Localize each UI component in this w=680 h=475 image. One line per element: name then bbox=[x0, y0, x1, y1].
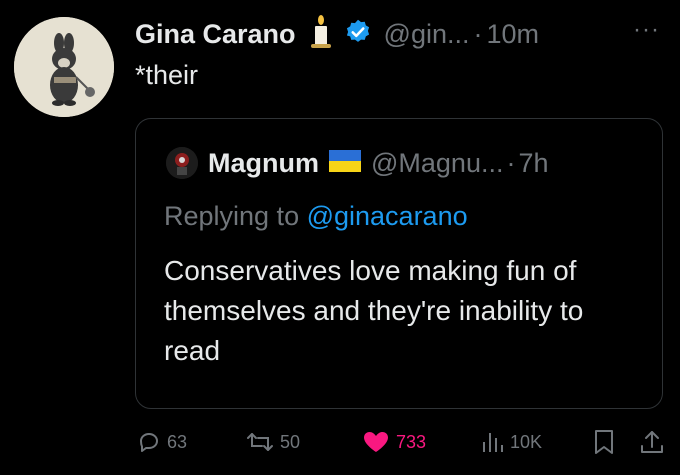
share-button[interactable] bbox=[640, 429, 664, 455]
quoted-header: Magnum @Magnu... · 7h bbox=[166, 147, 549, 179]
more-options-button[interactable]: ··· bbox=[633, 16, 660, 44]
bookmark-icon bbox=[593, 429, 615, 455]
author-avatar[interactable] bbox=[14, 17, 114, 117]
reply-button[interactable]: 63 bbox=[137, 430, 187, 454]
views-count: 10K bbox=[510, 431, 543, 452]
heart-icon bbox=[362, 430, 390, 454]
like-count: 733 bbox=[396, 431, 427, 452]
ukraine-flag-icon bbox=[319, 149, 361, 177]
separator-dot: · bbox=[473, 18, 483, 49]
author-handle[interactable]: @gin... bbox=[384, 19, 470, 50]
quoted-text: Conservatives love making fun of themsel… bbox=[164, 255, 584, 366]
action-bar: 63 50 733 10K bbox=[0, 424, 680, 464]
replying-to-line: Replying to @ginacarano bbox=[164, 201, 468, 232]
share-icon bbox=[640, 429, 664, 455]
repost-button[interactable]: 50 bbox=[246, 430, 300, 454]
quoted-author-name: Magnum bbox=[208, 147, 319, 178]
views-icon bbox=[480, 430, 504, 454]
repost-icon bbox=[246, 430, 274, 454]
reply-count: 63 bbox=[167, 431, 188, 452]
author-name[interactable]: Gina Carano bbox=[135, 19, 296, 50]
quoted-time: 7h bbox=[518, 147, 549, 178]
replying-to-handle[interactable]: @ginacarano bbox=[307, 201, 468, 231]
repost-count: 50 bbox=[280, 431, 301, 452]
quoted-author-handle: @Magnu... bbox=[371, 147, 504, 178]
quoted-post[interactable]: Magnum @Magnu... · 7h Replying to @ginac… bbox=[135, 118, 663, 409]
replying-to-prefix: Replying to bbox=[164, 201, 307, 231]
candle-icon bbox=[296, 14, 334, 54]
reply-icon bbox=[137, 430, 161, 454]
post-header: Gina Carano @gin... · 10m ··· bbox=[135, 14, 660, 54]
post-time[interactable]: 10m bbox=[487, 19, 540, 50]
post-text: *their bbox=[135, 60, 199, 90]
quoted-separator-dot: · bbox=[506, 147, 516, 178]
verified-badge-icon bbox=[334, 18, 372, 51]
quoted-avatar bbox=[166, 147, 198, 179]
like-button[interactable]: 733 bbox=[362, 430, 426, 454]
views-button[interactable]: 10K bbox=[480, 430, 542, 454]
bookmark-button[interactable] bbox=[593, 429, 615, 455]
